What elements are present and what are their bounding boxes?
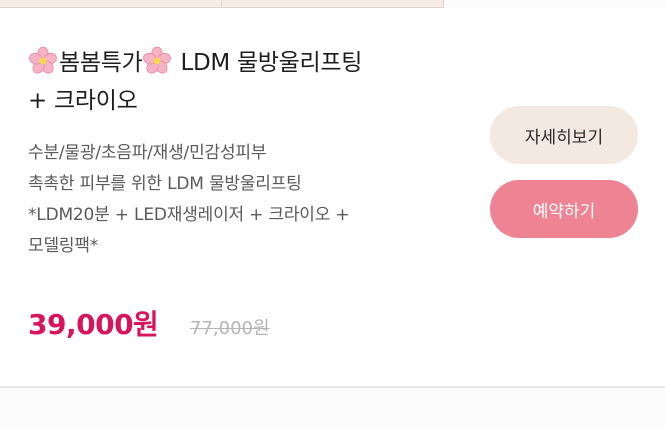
title-prefix: 봄봄특가	[59, 50, 143, 76]
sale-price: 39,000원	[28, 308, 159, 341]
top-tab-bar	[0, 0, 444, 8]
card-separator	[0, 386, 665, 388]
title-line2: + 크라이오	[28, 88, 138, 114]
reserve-button[interactable]: 예약하기	[490, 180, 638, 238]
view-details-button[interactable]: 자세히보기	[490, 106, 638, 164]
tab-divider	[221, 0, 222, 8]
cherry-blossom-icon	[29, 46, 57, 74]
original-price: 77,000원	[190, 318, 270, 339]
cherry-blossom-icon	[143, 46, 172, 74]
title-main: LDM 물방울리프팅	[173, 50, 363, 76]
product-title[interactable]: 봄봄특가 LDM 물방울리프팅 + 크라이오	[28, 44, 448, 120]
product-description: 수분/물광/초음파/재생/민감성피부 촉촉한 피부를 위한 LDM 물방울리프팅…	[28, 143, 350, 256]
